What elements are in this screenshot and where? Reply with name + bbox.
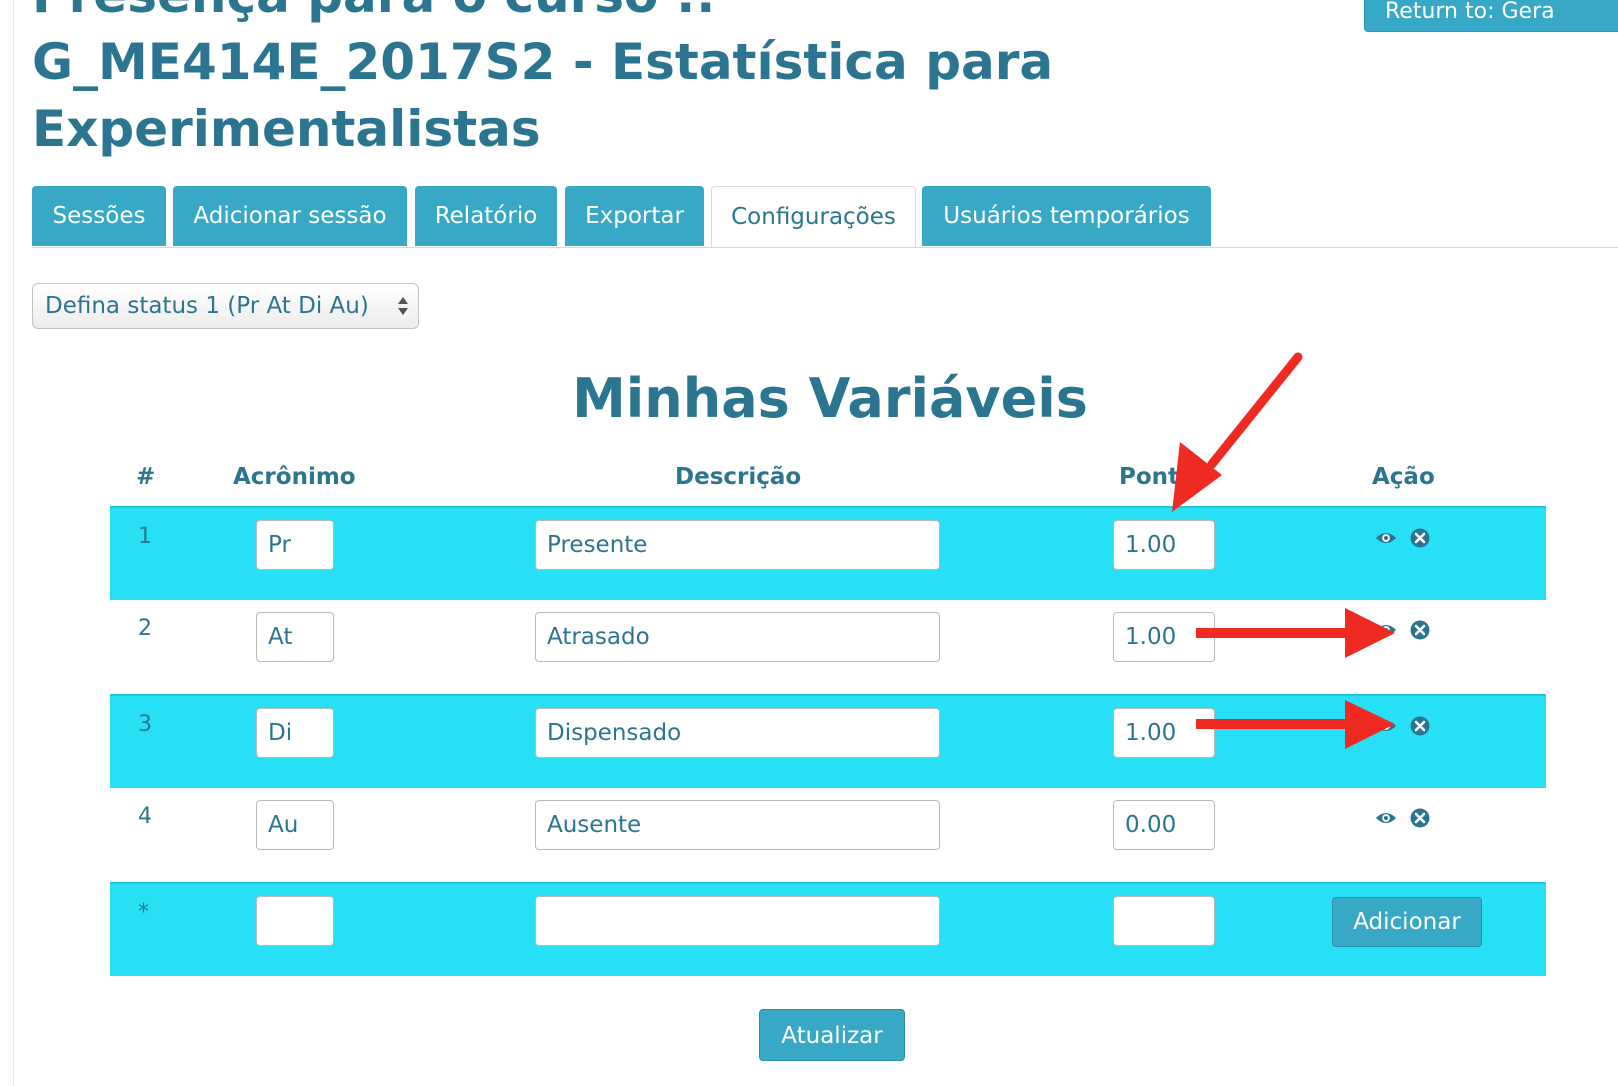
close-circle-icon[interactable] <box>1409 620 1431 640</box>
points-input[interactable] <box>1113 612 1215 662</box>
column-header-action: Ação <box>1372 464 1435 490</box>
table-row: 4 <box>110 788 1546 882</box>
tab-exportar[interactable]: Exportar <box>565 186 704 246</box>
tab-adicionar-sessao[interactable]: Adicionar sessão <box>173 186 407 246</box>
points-input[interactable] <box>1113 708 1215 758</box>
table-row: 1 <box>110 506 1546 600</box>
eye-icon[interactable] <box>1375 808 1397 828</box>
column-header-number: # <box>136 464 156 490</box>
description-input[interactable] <box>535 520 940 570</box>
update-button[interactable]: Atualizar <box>759 1009 905 1061</box>
new-variable-row: * Adicionar <box>110 882 1546 976</box>
column-header-description: Descrição <box>675 464 802 490</box>
description-input[interactable] <box>535 708 940 758</box>
status-set-select-value: Defina status 1 (Pr At Di Au) <box>45 293 369 319</box>
tab-usuarios-temporarios[interactable]: Usuários temporários <box>922 186 1211 246</box>
acronym-input[interactable] <box>256 708 334 758</box>
return-to-button[interactable]: Return to: Gera <box>1364 0 1618 32</box>
close-circle-icon[interactable] <box>1409 716 1431 736</box>
acronym-input[interactable] <box>256 800 334 850</box>
tab-configuracoes[interactable]: Configurações <box>711 186 916 248</box>
acronym-input[interactable] <box>256 612 334 662</box>
page-title-line-1: Presença para o curso :: <box>32 0 1132 29</box>
add-button[interactable]: Adicionar <box>1332 897 1482 947</box>
column-header-points: Pont <box>1119 464 1180 490</box>
red-arrow-diagonal <box>1172 352 1303 512</box>
close-circle-icon[interactable] <box>1409 528 1431 548</box>
select-arrows-icon <box>398 297 408 315</box>
column-header-acronym: Acrônimo <box>233 464 356 490</box>
points-input[interactable] <box>1113 520 1215 570</box>
tab-relatorio[interactable]: Relatório <box>415 186 557 246</box>
eye-icon[interactable] <box>1375 620 1397 640</box>
row-number: 4 <box>138 804 152 829</box>
row-number: 2 <box>138 616 152 641</box>
new-acronym-input[interactable] <box>256 896 334 946</box>
new-points-input[interactable] <box>1113 896 1215 946</box>
page-title-line-3: Experimentalistas <box>32 100 541 158</box>
acronym-input[interactable] <box>256 520 334 570</box>
eye-icon[interactable] <box>1375 716 1397 736</box>
new-description-input[interactable] <box>535 896 940 946</box>
page-title: Presença para o curso :: G_ME414E_2017S2… <box>32 0 1132 163</box>
row-number: 1 <box>138 524 152 549</box>
description-input[interactable] <box>535 800 940 850</box>
points-input[interactable] <box>1113 800 1215 850</box>
table-row: 3 <box>110 694 1546 788</box>
tab-sessoes[interactable]: Sessões <box>32 186 166 246</box>
new-row-marker: * <box>138 900 149 925</box>
tabs-divider <box>32 247 1618 248</box>
row-number: 3 <box>138 712 152 737</box>
page-title-line-2: G_ME414E_2017S2 - Estatística para <box>32 33 1054 91</box>
page-left-border <box>13 0 14 1086</box>
close-circle-icon[interactable] <box>1409 808 1431 828</box>
eye-icon[interactable] <box>1375 528 1397 548</box>
status-set-select[interactable]: Defina status 1 (Pr At Di Au) <box>32 283 419 329</box>
section-title: Minhas Variáveis <box>572 367 1088 430</box>
table-row: 2 <box>110 600 1546 694</box>
description-input[interactable] <box>535 612 940 662</box>
